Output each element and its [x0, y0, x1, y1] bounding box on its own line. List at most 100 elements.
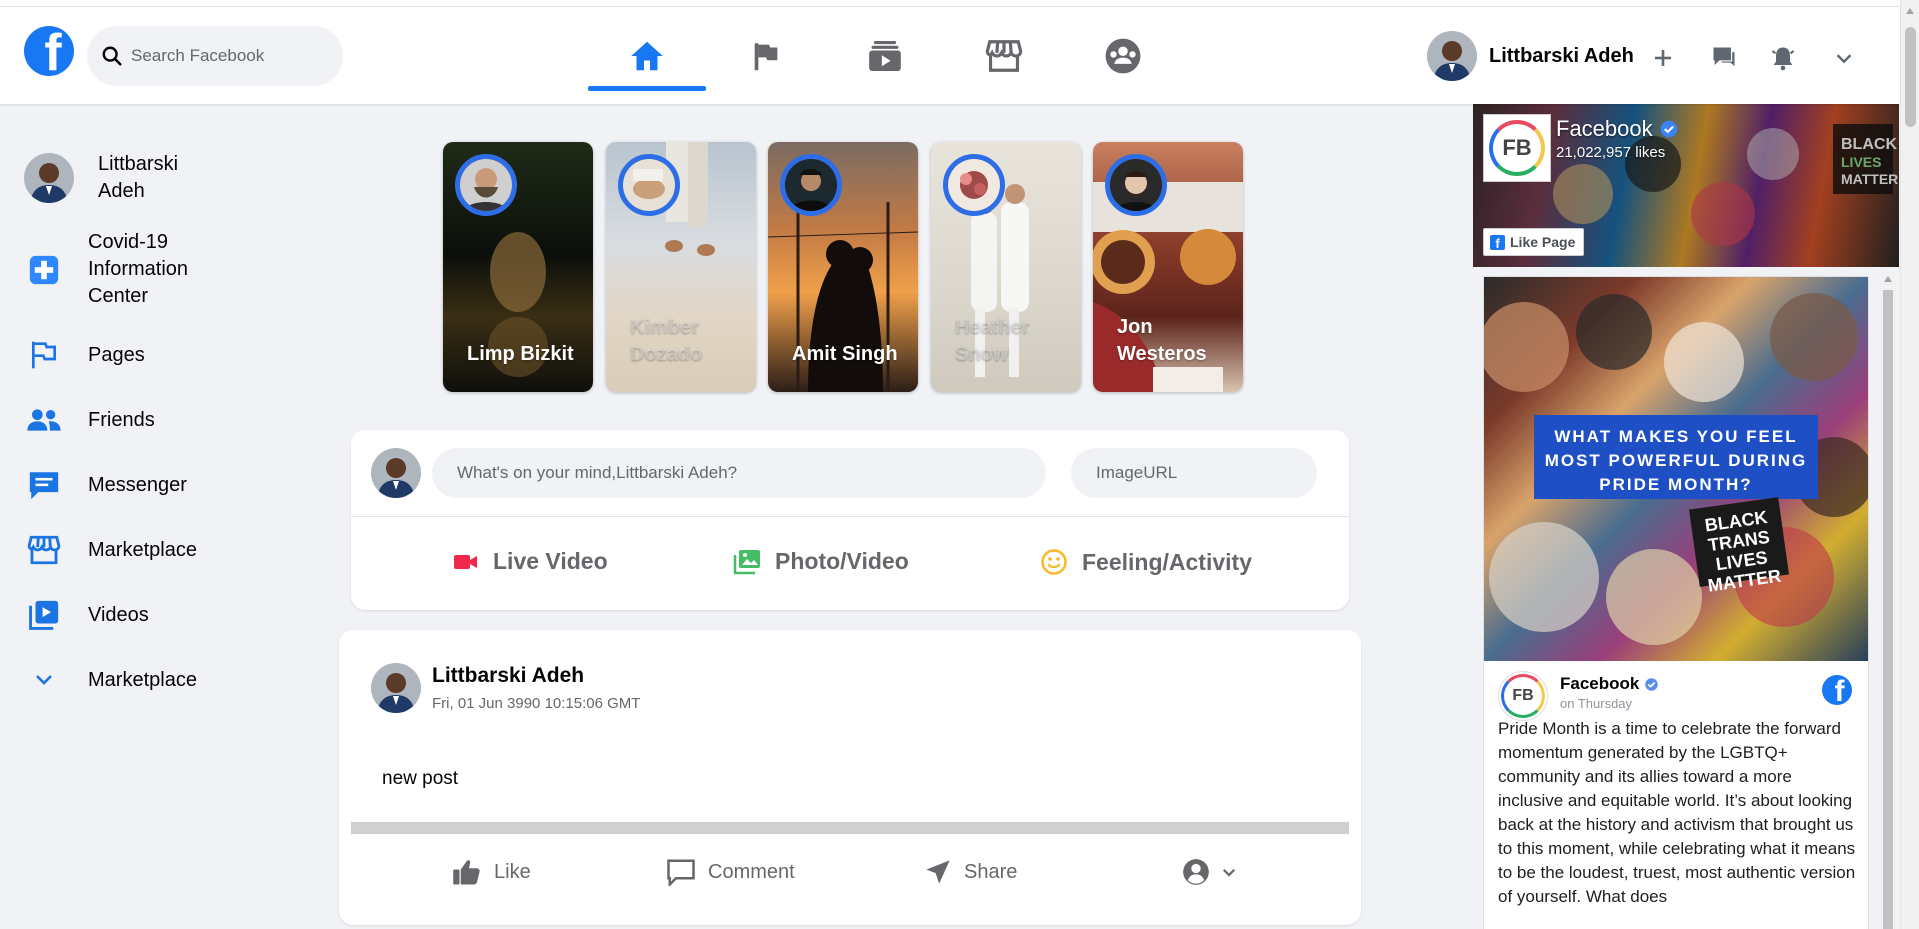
- tab-marketplace[interactable]: [945, 7, 1063, 104]
- page-scrollbar[interactable]: [1900, 0, 1919, 929]
- composer-avatar: [371, 448, 421, 498]
- scroll-up-arrow-icon[interactable]: [1906, 8, 1914, 14]
- share-button[interactable]: Share: [924, 858, 1017, 886]
- share-label: Share: [964, 860, 1018, 883]
- facebook-f-icon: f: [1490, 234, 1505, 250]
- post-audience-button[interactable]: [1182, 858, 1250, 886]
- watch-icon: [869, 40, 901, 71]
- story-card[interactable]: Limp Bizkit: [443, 142, 593, 392]
- page-logo-mark: FB: [1489, 120, 1545, 176]
- sidebar-item-friends[interactable]: Friends: [24, 400, 155, 440]
- header-avatar: [1427, 31, 1477, 81]
- plus-icon[interactable]: [1648, 43, 1678, 73]
- story-avatar: [1105, 154, 1167, 216]
- page-post-avatar[interactable]: FB: [1498, 671, 1548, 721]
- verified-badge-icon: [1660, 120, 1677, 138]
- image-url-input[interactable]: [1071, 448, 1317, 498]
- live-video-icon: [454, 554, 477, 569]
- post-author-avatar[interactable]: [371, 663, 421, 713]
- story-name: Limp Bizkit: [467, 343, 574, 365]
- sidebar-item-label: Pages: [88, 343, 145, 366]
- widget-scrollbar[interactable]: [1880, 272, 1896, 929]
- sidebar-item-see-more[interactable]: Marketplace: [24, 660, 197, 700]
- tab-watch[interactable]: [826, 7, 944, 104]
- page-post-author-row[interactable]: Facebook: [1560, 674, 1659, 694]
- page-post-image[interactable]: WHAT MAKES YOU FEEL MOST POWERFUL DURING…: [1484, 277, 1868, 661]
- feeling-activity-button[interactable]: Feeling/Activity: [1040, 548, 1252, 576]
- sidebar-item-messenger[interactable]: Messenger: [24, 465, 187, 505]
- post-timestamp: Fri, 01 Jun 3990 10:15:06 GMT: [432, 695, 641, 712]
- facebook-logo-icon[interactable]: f: [1822, 675, 1852, 705]
- story-avatar: [780, 154, 842, 216]
- photo-video-button[interactable]: Photo/Video: [733, 548, 909, 575]
- page-post-author: Facebook: [1560, 674, 1640, 693]
- messenger-icon[interactable]: [1709, 43, 1739, 73]
- home-icon: [631, 41, 663, 70]
- story-card[interactable]: Heather Snow: [931, 142, 1081, 392]
- protest-sign-text: BLACK TRANS LIVES MATTER: [1689, 497, 1789, 596]
- messenger-icon: [24, 465, 64, 505]
- live-video-button[interactable]: Live Video: [453, 548, 608, 575]
- page-post-time[interactable]: on Thursday: [1560, 696, 1632, 711]
- page-logo[interactable]: FB: [1483, 114, 1551, 182]
- sidebar-avatar: [24, 153, 74, 203]
- flag-icon: [24, 335, 64, 375]
- header-profile-chip[interactable]: Littbarski Adeh: [1427, 31, 1634, 81]
- live-video-label: Live Video: [493, 548, 608, 574]
- composer-divider: [351, 516, 1349, 517]
- sidebar-item-profile[interactable]: Littbarski Adeh: [24, 151, 208, 205]
- page-post-card: WHAT MAKES YOU FEEL MOST POWERFUL DURING…: [1483, 276, 1869, 929]
- story-card[interactable]: Kimber Dozado: [606, 142, 756, 392]
- search-icon: [102, 46, 122, 66]
- chevron-down-icon: [1222, 868, 1236, 877]
- sidebar-item-label: Videos: [88, 603, 149, 626]
- page-title: Facebook: [1556, 116, 1653, 141]
- post-author-name[interactable]: Littbarski Adeh: [432, 664, 584, 688]
- sidebar-item-pages[interactable]: Pages: [24, 335, 145, 375]
- story-avatar: [618, 154, 680, 216]
- comment-icon: [667, 859, 695, 886]
- tab-groups[interactable]: [1064, 7, 1182, 104]
- page-cover-image[interactable]: BLACK LIVES MATTER FB Facebook 21,022,95…: [1473, 104, 1899, 267]
- search-box[interactable]: [87, 26, 343, 86]
- page-scrollbar-thumb[interactable]: [1905, 27, 1916, 127]
- sidebar-item-marketplace[interactable]: Marketplace: [24, 530, 197, 570]
- page-post-avatar-mark: FB: [1501, 674, 1545, 718]
- page-post-text: Pride Month is a time to celebrate the f…: [1498, 719, 1856, 906]
- story-name: Amit Singh: [792, 343, 898, 365]
- comment-button[interactable]: Comment: [666, 858, 795, 886]
- groups-icon: [1105, 38, 1141, 73]
- like-label: Like: [494, 860, 531, 883]
- chevron-down-icon: [24, 660, 64, 700]
- page-likes-count: 21,022,957 likes: [1556, 144, 1666, 161]
- like-button[interactable]: Like: [452, 858, 531, 886]
- story-card[interactable]: Jon Westeros: [1093, 142, 1243, 392]
- sidebar-item-label: Marketplace: [88, 538, 197, 561]
- facebook-logo-icon[interactable]: f: [24, 26, 74, 76]
- search-input[interactable]: [131, 46, 331, 66]
- user-circle-icon: [1183, 859, 1209, 885]
- story-avatar: [455, 154, 517, 216]
- sidebar-item-covid[interactable]: Covid-19 Information Center: [24, 229, 218, 310]
- sidebar-item-label: Messenger: [88, 473, 187, 496]
- sidebar-item-label: Friends: [88, 408, 155, 431]
- story-card[interactable]: Amit Singh: [768, 142, 918, 392]
- like-page-button[interactable]: f Like Page: [1483, 228, 1585, 256]
- status-input[interactable]: [432, 448, 1046, 498]
- sidebar-item-label: Marketplace: [88, 668, 197, 691]
- sidebar-profile-name: Littbarski Adeh: [98, 153, 179, 202]
- scroll-up-arrow-icon[interactable]: [1884, 276, 1892, 282]
- post-text: new post: [382, 768, 459, 789]
- sidebar-item-videos[interactable]: Videos: [24, 595, 149, 635]
- widget-scrollbar-thumb[interactable]: [1883, 290, 1893, 929]
- verified-badge-icon: [1645, 677, 1659, 691]
- notifications-icon[interactable]: [1768, 43, 1798, 73]
- feeling-icon: [1041, 549, 1067, 575]
- tab-home[interactable]: [588, 7, 706, 104]
- friends-icon: [24, 400, 64, 440]
- account-menu-chevron-icon[interactable]: [1829, 43, 1859, 73]
- tab-pages[interactable]: [707, 7, 825, 104]
- feed-post: Littbarski Adeh Fri, 01 Jun 3990 10:15:0…: [339, 630, 1361, 925]
- page-title-row[interactable]: Facebook: [1556, 116, 1679, 142]
- post-composer: Live Video Photo/Video Feeling/Activity: [351, 430, 1349, 610]
